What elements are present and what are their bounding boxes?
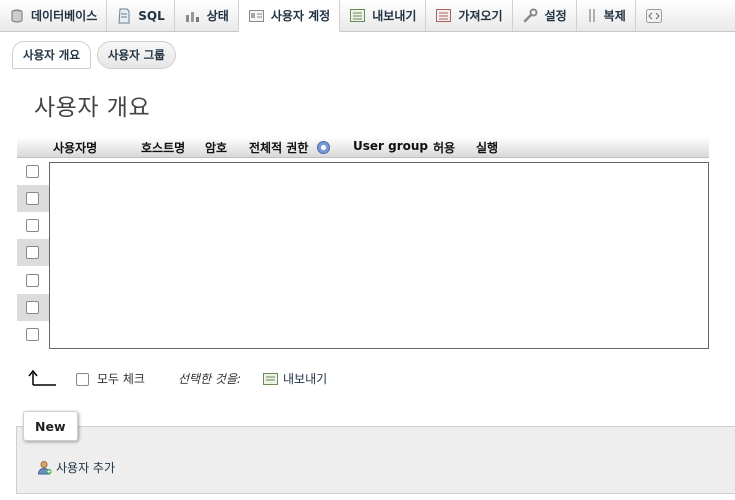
add-user-icon xyxy=(37,461,52,475)
export-icon xyxy=(350,9,366,22)
new-legend: New xyxy=(23,411,78,441)
row-checkbox[interactable] xyxy=(26,328,39,341)
header-global-privileges-label[interactable]: 전체적 권한 xyxy=(249,141,308,155)
header-grant[interactable]: 허용 xyxy=(433,139,455,156)
header-username[interactable]: 사용자명 xyxy=(53,139,97,156)
export-selected-label: 내보내기 xyxy=(283,372,328,386)
tab-settings[interactable]: 설정 xyxy=(513,0,577,31)
tab-databases[interactable]: 데이터베이스 xyxy=(0,0,108,31)
row-checkbox[interactable] xyxy=(26,219,39,232)
row-checkbox[interactable] xyxy=(26,246,39,259)
table-row xyxy=(17,294,49,321)
row-checkbox[interactable] xyxy=(26,165,39,178)
add-user-label: 사용자 추가 xyxy=(56,461,116,475)
tab-label: 사용자 계정 xyxy=(270,9,331,23)
row-checkbox[interactable] xyxy=(26,301,39,314)
tab-import[interactable]: 가져오기 xyxy=(426,0,513,31)
header-user-group[interactable]: User group xyxy=(353,139,428,153)
export-selected-button[interactable]: 내보내기 xyxy=(263,370,327,387)
tab-user-accounts[interactable]: 사용자 계정 xyxy=(238,0,341,32)
export-icon xyxy=(263,372,278,385)
top-tab-bar: 데이터베이스 SQL 상태 사용자 계정 내보내기 가져오기 설정 복제 xyxy=(0,0,735,32)
row-checkbox[interactable] xyxy=(26,192,39,205)
user-accounts-icon xyxy=(248,9,264,22)
header-password[interactable]: 암호 xyxy=(205,139,227,156)
header-host[interactable]: 호스트명 xyxy=(141,139,185,156)
tab-label: 데이터베이스 xyxy=(31,9,98,23)
help-info-icon[interactable] xyxy=(316,140,330,157)
header-action: 실행 xyxy=(476,141,499,155)
with-selected-label: 선택한 것을: xyxy=(178,372,242,386)
sql-icon xyxy=(118,8,130,23)
page-title: 사용자 개요 xyxy=(34,95,151,121)
tab-label: 내보내기 xyxy=(372,9,417,23)
table-row xyxy=(17,321,49,348)
import-icon xyxy=(436,9,452,22)
tab-label: 가져오기 xyxy=(458,9,503,23)
tab-label: 설정 xyxy=(544,9,567,23)
settings-wrench-icon xyxy=(523,8,538,23)
subtab-bar: 사용자 개요 사용자 그룹 xyxy=(12,41,176,69)
user-table-body xyxy=(49,162,709,349)
replication-icon xyxy=(588,9,595,22)
select-arrow-icon xyxy=(28,369,56,386)
header-global-privileges: 전체적 권한 xyxy=(249,139,330,157)
tab-status[interactable]: 상태 xyxy=(175,0,239,31)
table-header: 사용자명 호스트명 암호 전체적 권한 User group 허용 실행 xyxy=(17,137,709,158)
add-user-link[interactable]: 사용자 추가 xyxy=(37,459,115,476)
tab-label: 복제 xyxy=(603,9,626,23)
check-all-label[interactable]: 모두 체크 xyxy=(97,370,145,387)
subtab-user-groups[interactable]: 사용자 그룹 xyxy=(96,41,176,69)
table-row xyxy=(17,239,49,266)
tab-label: 상태 xyxy=(206,9,229,23)
check-all-checkbox[interactable] xyxy=(76,373,89,386)
database-icon xyxy=(11,9,23,23)
tab-replication[interactable]: 복제 xyxy=(577,0,636,31)
table-row xyxy=(17,158,49,185)
tab-sql[interactable]: SQL xyxy=(107,0,175,31)
status-icon xyxy=(185,11,199,22)
row-checkbox[interactable] xyxy=(26,274,39,287)
table-row xyxy=(17,212,49,239)
tab-export[interactable]: 내보내기 xyxy=(340,0,427,31)
tab-more[interactable] xyxy=(636,0,662,31)
table-row xyxy=(17,185,49,212)
new-fieldset xyxy=(16,426,735,494)
tab-label: SQL xyxy=(138,8,165,23)
table-row xyxy=(17,267,49,294)
more-tabs-icon xyxy=(645,8,662,23)
subtab-user-overview[interactable]: 사용자 개요 xyxy=(12,41,91,69)
